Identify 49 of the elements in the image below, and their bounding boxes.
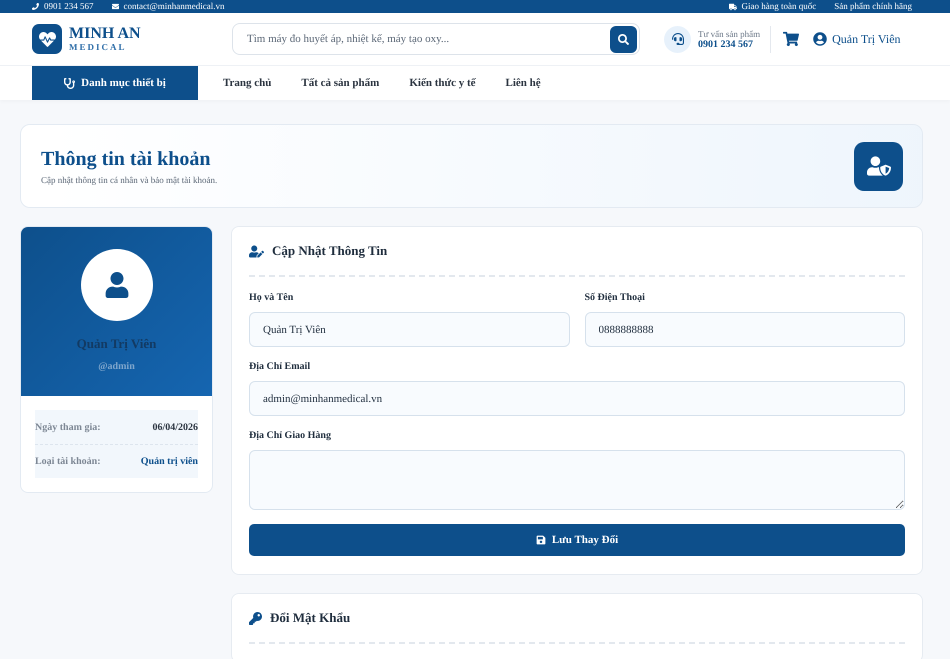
- mail-icon: [112, 3, 118, 10]
- nav-link[interactable]: Trang chủ: [208, 66, 286, 100]
- card-title: Cập Nhật Thông Tin: [272, 243, 388, 259]
- cart-icon[interactable]: [783, 31, 800, 47]
- page-subtitle: Cập nhật thông tin cá nhân và bảo mật tài khoản.: [41, 174, 218, 184]
- email-text: contact@minhanmedical.vn: [112, 2, 225, 11]
- stethoscope-icon: [64, 78, 76, 88]
- support-label: Tư vấn sản phẩm: [698, 28, 760, 38]
- field-label: Địa Chỉ Email: [249, 361, 312, 372]
- detail-value: 06/04/2026: [152, 422, 198, 432]
- phone-text: 0901 234 567: [32, 2, 94, 11]
- search-icon: [618, 34, 629, 44]
- headset-icon: [664, 26, 691, 52]
- detail-value: Quản trị viên: [140, 456, 198, 467]
- card-title: Đổi Mật Khẩu: [270, 610, 350, 626]
- nav-link[interactable]: Liên hệ: [490, 66, 556, 100]
- page-title: Thông tin tài khoản: [41, 148, 212, 170]
- detail-label: Loại tài khoản:: [35, 456, 101, 467]
- input-field[interactable]: admin@minhanmedical.vn: [249, 381, 905, 416]
- logo-title: MINH AN: [69, 26, 142, 42]
- user-edit-icon: [249, 244, 264, 258]
- key-icon: [249, 612, 262, 624]
- address-field[interactable]: [249, 450, 905, 510]
- input-field[interactable]: 0888888888: [584, 312, 905, 347]
- nav-link[interactable]: Tất cả sản phẩm: [286, 66, 394, 100]
- field-label: Địa Chỉ Giao Hàng: [249, 430, 332, 441]
- phone-icon: [32, 3, 39, 10]
- truck-icon: [728, 2, 737, 10]
- category-button[interactable]: Danh mục thiết bị: [32, 66, 198, 100]
- genuine-text: Sản phẩm chính hãng: [834, 2, 912, 11]
- save-icon: [536, 535, 546, 545]
- save-button[interactable]: Lưu Thay Đổi: [249, 524, 905, 556]
- search-button[interactable]: [610, 26, 637, 52]
- detail-label: Ngày tham gia:: [35, 422, 101, 432]
- nav-link[interactable]: Kiến thức y tế: [394, 66, 490, 100]
- user-link[interactable]: Quản Trị Viên: [813, 32, 901, 46]
- user-shield-icon: [854, 142, 903, 190]
- field-label: Họ và Tên: [249, 292, 294, 303]
- search-bar[interactable]: Tìm máy đo huyết áp, nhiệt kế, máy tạo oxy...: [232, 23, 640, 55]
- profile-username: @admin: [98, 361, 135, 372]
- input-field[interactable]: Quản Trị Viên: [249, 312, 570, 347]
- profile-name: Quản Trị Viên: [76, 336, 156, 352]
- shipping-text: Giao hàng toàn quốc: [728, 2, 816, 11]
- heartbeat-logo-icon[interactable]: [32, 24, 62, 54]
- logo-subtitle: MEDICAL: [69, 42, 128, 52]
- field-label: Số Điện Thoại: [584, 292, 646, 303]
- support-phone: 0901 234 567: [698, 38, 753, 50]
- user-icon: [813, 32, 828, 46]
- search-field[interactable]: Tìm máy đo huyết áp, nhiệt kế, máy tạo oxy...: [245, 32, 610, 46]
